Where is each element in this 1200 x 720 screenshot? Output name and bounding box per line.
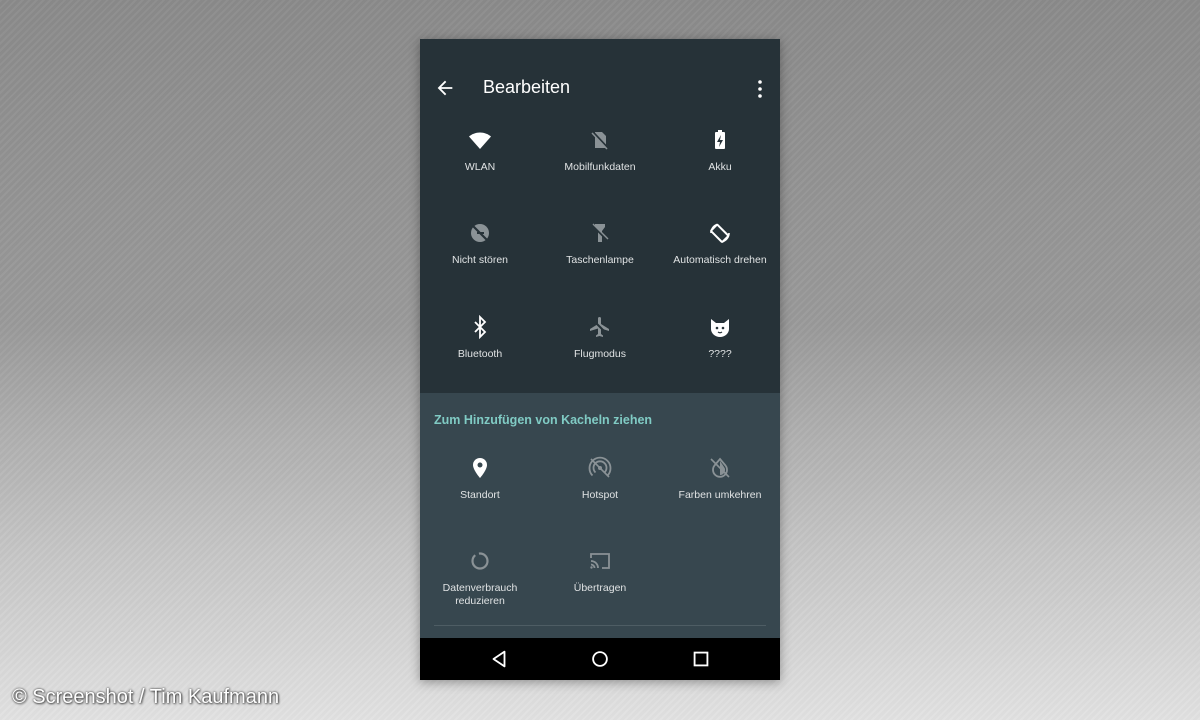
tile-wlan[interactable]: WLAN (420, 128, 540, 174)
quick-settings-editor: Bearbeiten WLAN Mobilfunkdaten Akku Nich… (420, 39, 780, 680)
copyright-credit: © Screenshot / Tim Kaufmann (12, 686, 280, 708)
tile-label: Standort (460, 489, 500, 501)
tile-label: Taschenlampe (566, 254, 634, 266)
toolbar: Bearbeiten (420, 39, 780, 137)
hotspot-off-icon (540, 456, 660, 480)
tile-automatisch-drehen[interactable]: Automatisch drehen (660, 221, 780, 267)
tile-taschenlampe[interactable]: Taschenlampe (540, 221, 660, 267)
tile-label: Übertragen (573, 582, 627, 594)
tile-mobilfunkdaten[interactable]: Mobilfunkdaten (540, 128, 660, 174)
location-icon (420, 456, 540, 480)
auto-rotate-icon (660, 221, 780, 245)
tile-datenverbrauch[interactable]: Datenverbrauch reduzieren (420, 549, 540, 608)
tile-hotspot[interactable]: Hotspot (540, 456, 660, 502)
tile-label: Bluetooth (457, 348, 503, 360)
tile-nicht-stoeren[interactable]: Nicht stören (420, 221, 540, 267)
wifi-icon (420, 128, 540, 152)
tile-farben-umkehren[interactable]: Farben umkehren (660, 456, 780, 502)
tile-bluetooth[interactable]: Bluetooth (420, 315, 540, 361)
tile-label: Flugmodus (574, 348, 626, 360)
add-tiles-hint: Zum Hinzufügen von Kacheln ziehen (434, 413, 653, 427)
cast-icon (540, 549, 660, 573)
tile-label: Hotspot (581, 489, 619, 501)
data-saver-icon (420, 549, 540, 573)
tile-label: Automatisch drehen (673, 254, 767, 266)
tile-akku[interactable]: Akku (660, 128, 780, 174)
available-tiles-panel: Zum Hinzufügen von Kacheln ziehen Stando… (420, 393, 780, 638)
tile-label: Mobilfunkdaten (564, 161, 636, 173)
tile-label: Nicht stören (451, 254, 509, 266)
mobile-data-off-icon (540, 128, 660, 152)
tile-label: Datenverbrauch reduzieren (442, 582, 518, 607)
bluetooth-icon (420, 315, 540, 339)
navigation-bar (420, 638, 780, 680)
tile-label: Akku (708, 161, 732, 173)
more-options-icon[interactable] (748, 77, 772, 101)
tile-uebertragen[interactable]: Übertragen (540, 549, 660, 595)
tile-easter-egg[interactable]: ???? (660, 315, 780, 361)
battery-charging-icon (660, 128, 780, 152)
page-title: Bearbeiten (483, 77, 571, 97)
cat-icon (660, 315, 780, 339)
invert-colors-off-icon (660, 456, 780, 480)
tile-label: ???? (708, 348, 732, 360)
nav-home-icon[interactable] (589, 648, 611, 670)
tile-label: WLAN (464, 161, 496, 173)
nav-recents-icon[interactable] (690, 648, 712, 670)
flashlight-off-icon (540, 221, 660, 245)
tile-flugmodus[interactable]: Flugmodus (540, 315, 660, 361)
divider (434, 625, 766, 626)
do-not-disturb-off-icon (420, 221, 540, 245)
tile-standort[interactable]: Standort (420, 456, 540, 502)
airplane-off-icon (540, 315, 660, 339)
back-arrow-icon[interactable] (434, 77, 456, 99)
nav-back-icon[interactable] (488, 648, 510, 670)
tile-label: Farben umkehren (678, 489, 762, 501)
